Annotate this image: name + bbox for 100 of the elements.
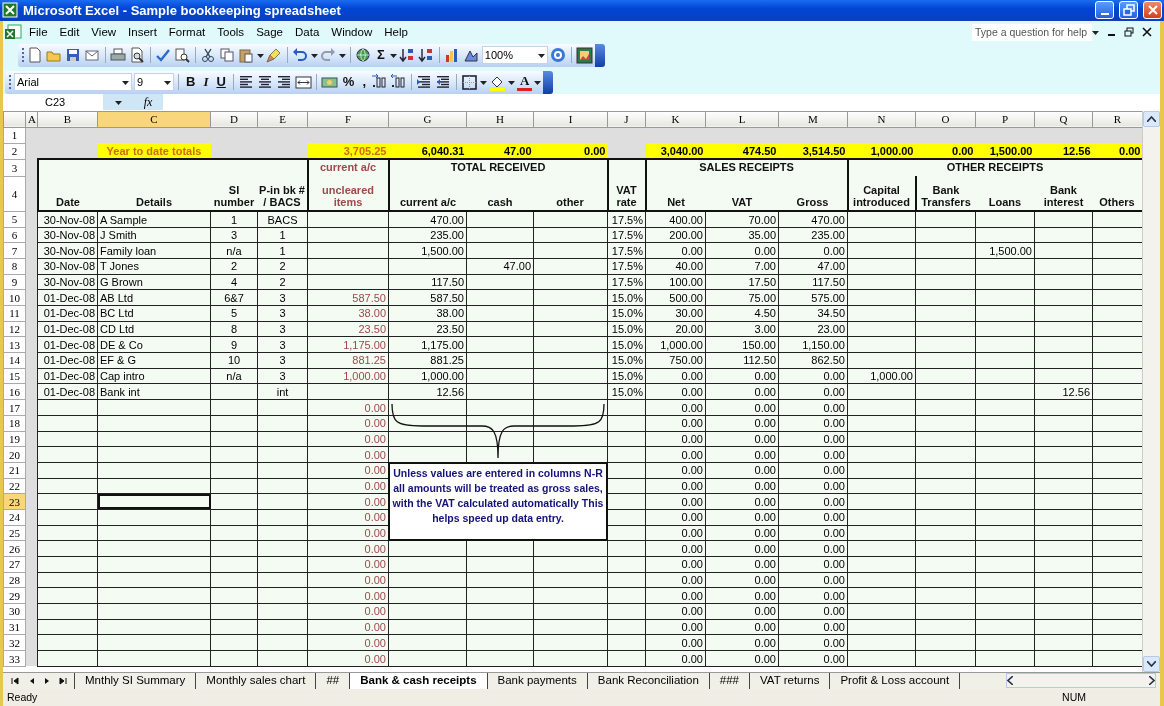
scroll-up-icon[interactable] <box>1147 115 1156 122</box>
sort-descending-icon[interactable] <box>417 46 435 64</box>
column-header[interactable]: C <box>97 111 211 128</box>
increase-decimal-icon[interactable] <box>371 73 389 91</box>
scroll-right-icon[interactable] <box>1149 676 1155 686</box>
column-header[interactable]: F <box>307 111 389 128</box>
column-heading: Details <box>97 176 211 212</box>
menu-item[interactable]: Format <box>162 21 212 44</box>
zoom-dropdown[interactable]: 100% <box>481 46 548 65</box>
format-painter-icon[interactable] <box>266 46 283 64</box>
font-dropdown[interactable]: Arial <box>14 73 132 92</box>
column-heading: Others <box>1092 176 1142 212</box>
table-cell: Year to date totals <box>97 143 211 160</box>
align-center-icon[interactable] <box>256 73 274 91</box>
column-header[interactable]: D <box>210 111 258 128</box>
sheet-tab[interactable]: Bank & cash receipts <box>349 672 488 689</box>
column-header[interactable]: M <box>778 111 848 128</box>
percent-button[interactable]: % <box>339 73 358 92</box>
menu-item[interactable]: Help <box>378 21 414 44</box>
scroll-left-icon[interactable] <box>1007 676 1013 686</box>
restore-icon[interactable] <box>1124 27 1134 38</box>
workbook-icon[interactable] <box>3 23 23 42</box>
column-header[interactable]: P <box>975 111 1035 128</box>
column-header[interactable]: B <box>37 111 98 128</box>
column-header[interactable]: R <box>1092 111 1142 128</box>
table-cell: 3,705.25 <box>307 143 389 160</box>
column-heading: Loans <box>975 176 1035 212</box>
align-left-icon[interactable] <box>237 73 255 91</box>
column-heading: Date <box>37 176 98 212</box>
menu-item[interactable]: Tools <box>211 21 251 44</box>
table-cell: 0.00 <box>533 143 608 160</box>
align-right-icon[interactable] <box>275 73 293 91</box>
column-heading: VAT <box>705 176 779 212</box>
column-header[interactable]: H <box>466 111 534 128</box>
menu-item[interactable]: Edit <box>53 21 86 44</box>
scroll-down-icon[interactable] <box>1147 660 1156 667</box>
next-sheet-icon[interactable] <box>43 676 51 685</box>
column-heading: cash <box>466 176 534 212</box>
restore-icon[interactable] <box>1120 2 1137 19</box>
hyperlink-icon[interactable] <box>355 46 372 64</box>
font-color-button[interactable]: A <box>517 73 533 91</box>
column-heading: Gross <box>778 176 848 212</box>
column-header[interactable]: Q <box>1034 111 1093 128</box>
column-header[interactable]: G <box>388 111 467 128</box>
table-cell: 1,500.00 <box>975 143 1035 160</box>
menu-item[interactable]: Window <box>325 21 379 44</box>
menu-item[interactable]: View <box>85 21 123 44</box>
vertical-scrollbar[interactable] <box>1142 110 1160 672</box>
menu-item[interactable]: Insert <box>122 21 163 44</box>
menu-item[interactable]: Sage <box>250 21 289 44</box>
toolbar-options-button[interactable] <box>543 70 554 94</box>
first-sheet-icon[interactable] <box>11 676 19 685</box>
research-icon[interactable] <box>174 46 191 64</box>
copy-icon[interactable] <box>219 46 236 64</box>
paste-icon[interactable] <box>238 46 255 64</box>
column-header[interactable]: N <box>847 111 916 128</box>
name-box[interactable]: C23 <box>3 94 103 111</box>
save-icon[interactable] <box>65 46 82 64</box>
column-header[interactable]: J <box>607 111 646 128</box>
column-header[interactable]: K <box>645 111 706 128</box>
autosum-button[interactable]: Σ <box>374 46 388 65</box>
borders-icon[interactable] <box>461 73 479 91</box>
decrease-decimal-icon[interactable] <box>390 73 408 91</box>
column-heading: uncleared items <box>307 176 389 212</box>
menu-item[interactable]: File <box>23 21 54 44</box>
row-header[interactable]: 4 <box>3 176 26 212</box>
close-icon[interactable] <box>1142 27 1152 38</box>
column-header[interactable]: E <box>257 111 308 128</box>
picture-icon[interactable] <box>575 46 593 64</box>
column-heading: P-in bk # / BACS <box>257 176 308 212</box>
column-header[interactable]: O <box>915 111 976 128</box>
table-cell: 3,040.00 <box>645 143 706 160</box>
comma-button[interactable]: , <box>359 73 370 92</box>
column-heading: OTHER RECEIPTS <box>847 159 1142 177</box>
undo-icon[interactable] <box>292 46 309 64</box>
table-cell: 0.00 <box>915 143 976 160</box>
column-heading: Capital introduced <box>847 176 916 212</box>
help-search-field[interactable]: Type a question for help <box>972 23 1092 41</box>
table-cell: 47.00 <box>466 143 534 160</box>
column-header[interactable]: L <box>705 111 779 128</box>
column-header[interactable]: I <box>533 111 608 128</box>
column-heading: Bank Transfers <box>915 176 976 212</box>
column-heading: Bank interest <box>1034 176 1093 212</box>
callout-note: Unless values are entered in columns N-R all amounts will be treated as gross sales, with the VAT calculated automatically This helps speed up data entry. <box>388 461 608 541</box>
toolbar-options-button[interactable] <box>594 43 605 67</box>
menu-item[interactable]: Data <box>289 21 326 44</box>
column-heading: other <box>533 176 608 212</box>
insert-function-button[interactable]: fx <box>135 93 161 112</box>
merge-center-icon[interactable] <box>294 73 312 91</box>
horizontal-scrollbar[interactable] <box>1006 673 1156 689</box>
font-size-dropdown[interactable]: 9 <box>134 73 174 92</box>
print-preview-icon[interactable] <box>129 46 146 64</box>
sort-ascending-icon[interactable] <box>398 46 416 64</box>
bold-button[interactable]: B <box>183 73 199 92</box>
italic-button[interactable]: I <box>200 73 212 92</box>
last-sheet-icon[interactable] <box>59 676 67 685</box>
underline-button[interactable]: U <box>213 73 229 92</box>
cut-icon[interactable] <box>200 46 217 64</box>
print-icon[interactable] <box>110 46 127 64</box>
new-document-icon[interactable] <box>27 46 44 64</box>
